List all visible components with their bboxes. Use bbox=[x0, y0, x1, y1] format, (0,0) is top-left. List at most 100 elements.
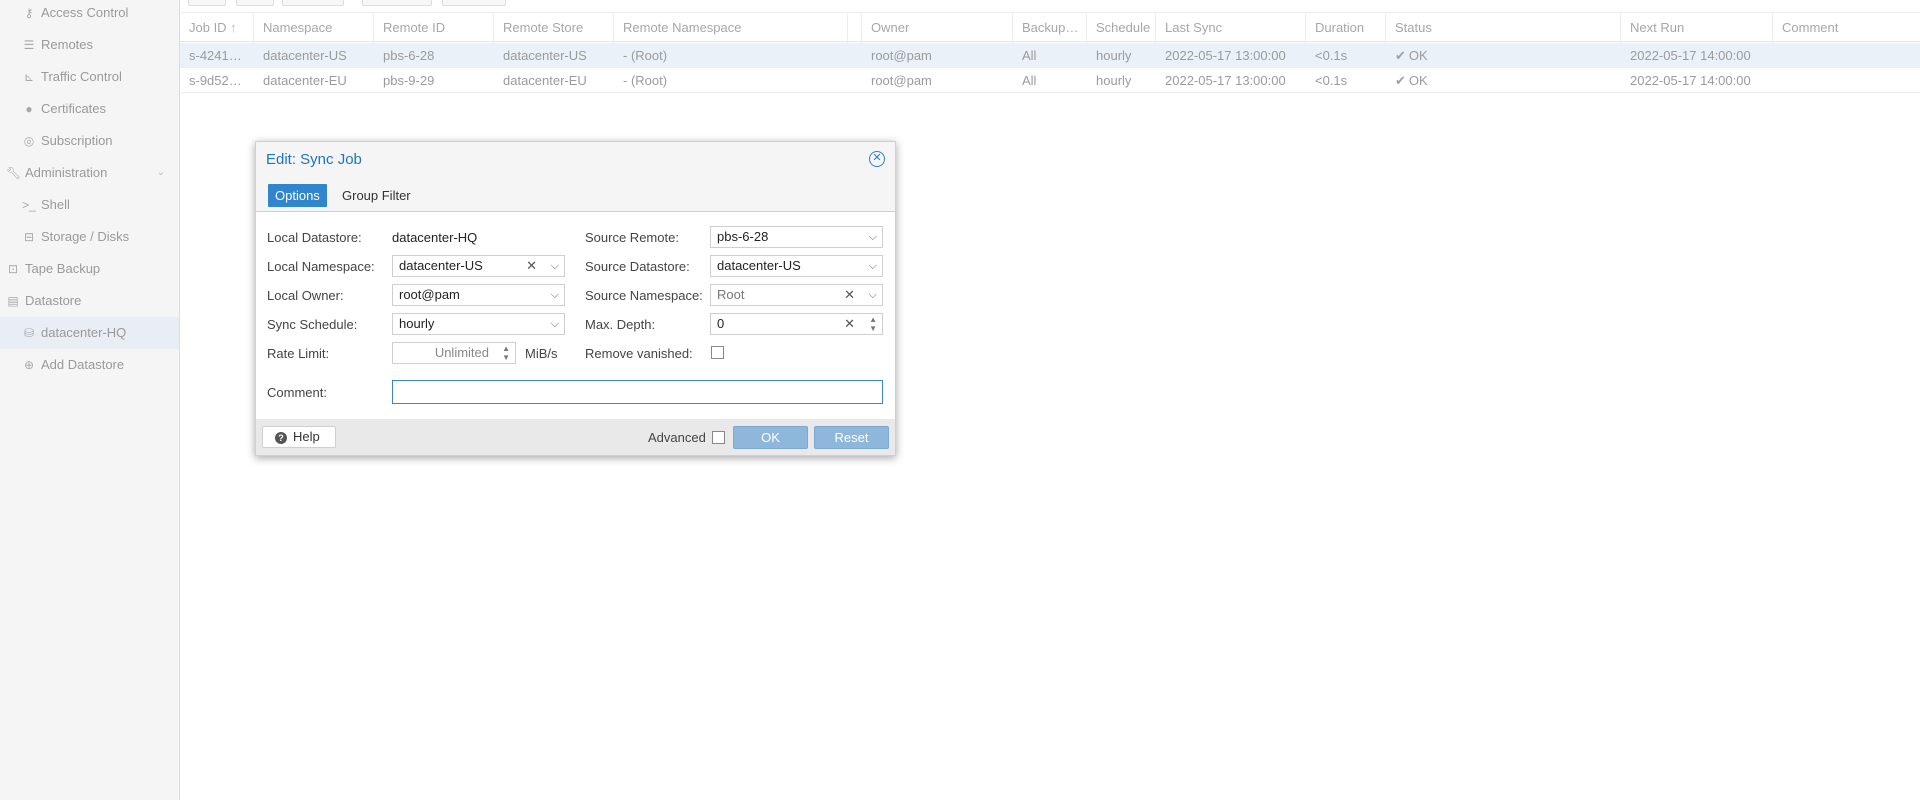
col-header-job-id[interactable]: Job ID ↑ bbox=[180, 13, 254, 43]
col-header-duration[interactable]: Duration bbox=[1306, 13, 1386, 43]
col-header-remote-id[interactable]: Remote ID bbox=[374, 13, 494, 43]
toolbar-button[interactable] bbox=[236, 0, 274, 6]
source-datastore-select[interactable]: datacenter-US ⌵ bbox=[710, 255, 883, 277]
chevron-down-icon[interactable]: ⌵ bbox=[869, 256, 877, 276]
sort-asc-icon: ↑ bbox=[230, 20, 237, 35]
chevron-down-icon[interactable]: ⌵ bbox=[551, 285, 559, 305]
col-header-status[interactable]: Status bbox=[1386, 13, 1621, 43]
source-remote-select[interactable]: pbs-6-28 ⌵ bbox=[710, 226, 883, 248]
max-depth-input[interactable]: 0 ✕ ▲ ▼ bbox=[710, 313, 883, 335]
chevron-down-icon[interactable]: ⌵ bbox=[869, 285, 877, 305]
cell-last-sync: 2022-05-17 13:00:00 bbox=[1165, 73, 1286, 88]
tab-options[interactable]: Options bbox=[268, 184, 327, 207]
clear-icon[interactable]: ✕ bbox=[844, 285, 855, 305]
chevron-down-icon[interactable]: ⌵ bbox=[869, 227, 877, 247]
cell-remote-store: datacenter-US bbox=[503, 48, 587, 63]
dialog-tabs: Options Group Filter bbox=[256, 176, 895, 212]
spin-down-icon[interactable]: ▼ bbox=[502, 354, 510, 362]
cell-job-id: s-9d52… bbox=[189, 73, 242, 88]
cell-remote-id: pbs-9-29 bbox=[383, 73, 435, 88]
edit-sync-job-dialog: Edit: Sync Job ✕ Options Group Filter Lo… bbox=[255, 141, 896, 456]
source-datastore-label: Source Datastore: bbox=[585, 259, 690, 274]
col-header-namespace[interactable]: Namespace bbox=[254, 13, 374, 43]
cell-remote-namespace: - (Root) bbox=[623, 73, 668, 88]
signal-icon: ⊾ bbox=[23, 70, 35, 84]
col-header-remote-namespace[interactable]: Remote Namespace bbox=[614, 13, 848, 43]
local-owner-select[interactable]: root@pam ⌵ bbox=[392, 284, 565, 306]
spin-up-icon[interactable]: ▲ bbox=[869, 316, 877, 324]
tape-icon: ⊡ bbox=[7, 262, 19, 276]
cell-comment bbox=[1773, 43, 1920, 68]
certificate-icon: ● bbox=[25, 102, 33, 116]
clear-icon[interactable]: ✕ bbox=[844, 314, 855, 334]
local-namespace-label: Local Namespace: bbox=[267, 259, 375, 274]
clear-icon[interactable]: ✕ bbox=[526, 256, 537, 276]
col-header-owner[interactable]: Owner bbox=[862, 13, 1013, 43]
cell-status: ✔ OK bbox=[1395, 73, 1428, 88]
remove-vanished-label: Remove vanished: bbox=[585, 346, 693, 361]
toolbar-button[interactable] bbox=[442, 0, 506, 6]
check-icon: ✔ bbox=[1395, 48, 1406, 63]
dialog-title-bar[interactable]: Edit: Sync Job ✕ bbox=[256, 142, 895, 176]
cell-status: ✔ OK bbox=[1395, 48, 1428, 63]
col-header-remote-store[interactable]: Remote Store bbox=[494, 13, 614, 43]
tab-group-filter[interactable]: Group Filter bbox=[335, 184, 418, 207]
spin-down-icon[interactable]: ▼ bbox=[869, 325, 877, 333]
cell-owner: root@pam bbox=[871, 73, 932, 88]
spin-up-icon[interactable]: ▲ bbox=[502, 345, 510, 353]
close-icon[interactable]: ✕ bbox=[869, 151, 885, 167]
comment-input[interactable] bbox=[392, 380, 883, 404]
rate-unit-label: MiB/s bbox=[525, 346, 558, 361]
sync-schedule-select[interactable]: hourly ⌵ bbox=[392, 313, 565, 335]
cell-backup: All bbox=[1022, 48, 1037, 63]
archive-icon: ▤ bbox=[7, 294, 19, 308]
source-remote-label: Source Remote: bbox=[585, 230, 679, 245]
sidebar-item-remotes[interactable]: ☰ Remotes bbox=[0, 29, 179, 61]
sidebar-item-certificates[interactable]: ● Certificates bbox=[0, 93, 179, 125]
cell-backup: All bbox=[1022, 73, 1037, 88]
sidebar-item-shell[interactable]: >_ Shell bbox=[0, 189, 179, 221]
remove-vanished-checkbox[interactable] bbox=[711, 346, 724, 359]
sidebar-item-access-control[interactable]: ⚷ Access Control bbox=[0, 0, 179, 29]
source-namespace-label: Source Namespace: bbox=[585, 288, 703, 303]
cell-next-run: 2022-05-17 14:00:00 bbox=[1630, 48, 1751, 63]
terminal-icon: >_ bbox=[22, 198, 36, 212]
rate-limit-input[interactable]: Unlimited ▲ ▼ bbox=[392, 342, 516, 364]
sidebar-item-traffic-control[interactable]: ⊾ Traffic Control bbox=[0, 61, 179, 93]
chevron-down-icon[interactable]: ⌵ bbox=[551, 256, 559, 276]
cell-schedule: hourly bbox=[1096, 48, 1132, 63]
advanced-checkbox[interactable] bbox=[712, 431, 725, 444]
plus-circle-icon: ⊕ bbox=[23, 358, 35, 372]
table-row[interactable]: s-9d52… datacenter-EU pbs-9-29 datacente… bbox=[180, 68, 1920, 93]
local-owner-label: Local Owner: bbox=[267, 288, 344, 303]
col-header-schedule[interactable]: Schedule bbox=[1087, 13, 1156, 43]
sidebar-item-subscription[interactable]: ◎ Subscription bbox=[0, 125, 179, 157]
sidebar-item-datastore[interactable]: ▤ Datastore bbox=[0, 285, 179, 317]
reset-button[interactable]: Reset bbox=[814, 426, 889, 449]
col-header-backup[interactable]: Backup… bbox=[1013, 13, 1087, 43]
sidebar-item-administration[interactable]: 🔧︎ Administration ⌄ bbox=[0, 157, 179, 189]
grid-header: Job ID ↑ Namespace Remote ID Remote Stor… bbox=[180, 12, 1920, 43]
sidebar-item-datacenter-hq[interactable]: ⛁ datacenter-HQ bbox=[0, 317, 179, 349]
col-header-comment[interactable]: Comment bbox=[1773, 13, 1920, 43]
chevron-down-icon[interactable]: ⌄ bbox=[157, 157, 165, 189]
cell-remote-id: pbs-6-28 bbox=[383, 48, 435, 63]
source-namespace-select[interactable]: Root ✕ ⌵ bbox=[710, 284, 883, 306]
toolbar-button[interactable] bbox=[362, 0, 432, 6]
comment-label: Comment: bbox=[267, 385, 327, 400]
toolbar-button[interactable] bbox=[282, 0, 344, 6]
sync-schedule-label: Sync Schedule: bbox=[267, 317, 358, 332]
sidebar-item-tape-backup[interactable]: ⊡ Tape Backup bbox=[0, 253, 179, 285]
help-button[interactable]: ? Help bbox=[262, 426, 336, 448]
toolbar-button[interactable] bbox=[188, 0, 226, 6]
col-header-next-run[interactable]: Next Run bbox=[1621, 13, 1773, 43]
sidebar-item-storage-disks[interactable]: ⊟ Storage / Disks bbox=[0, 221, 179, 253]
local-namespace-select[interactable]: datacenter-US ✕ ⌵ bbox=[392, 255, 565, 277]
chevron-down-icon[interactable]: ⌵ bbox=[551, 314, 559, 334]
ok-button[interactable]: OK bbox=[733, 426, 808, 449]
cell-remote-store: datacenter-EU bbox=[503, 73, 587, 88]
table-row[interactable]: s-4241… datacenter-US pbs-6-28 datacente… bbox=[180, 43, 1920, 68]
sidebar-item-add-datastore[interactable]: ⊕ Add Datastore bbox=[0, 349, 179, 381]
hdd-icon: ⊟ bbox=[23, 230, 35, 244]
col-header-last-sync[interactable]: Last Sync bbox=[1156, 13, 1306, 43]
